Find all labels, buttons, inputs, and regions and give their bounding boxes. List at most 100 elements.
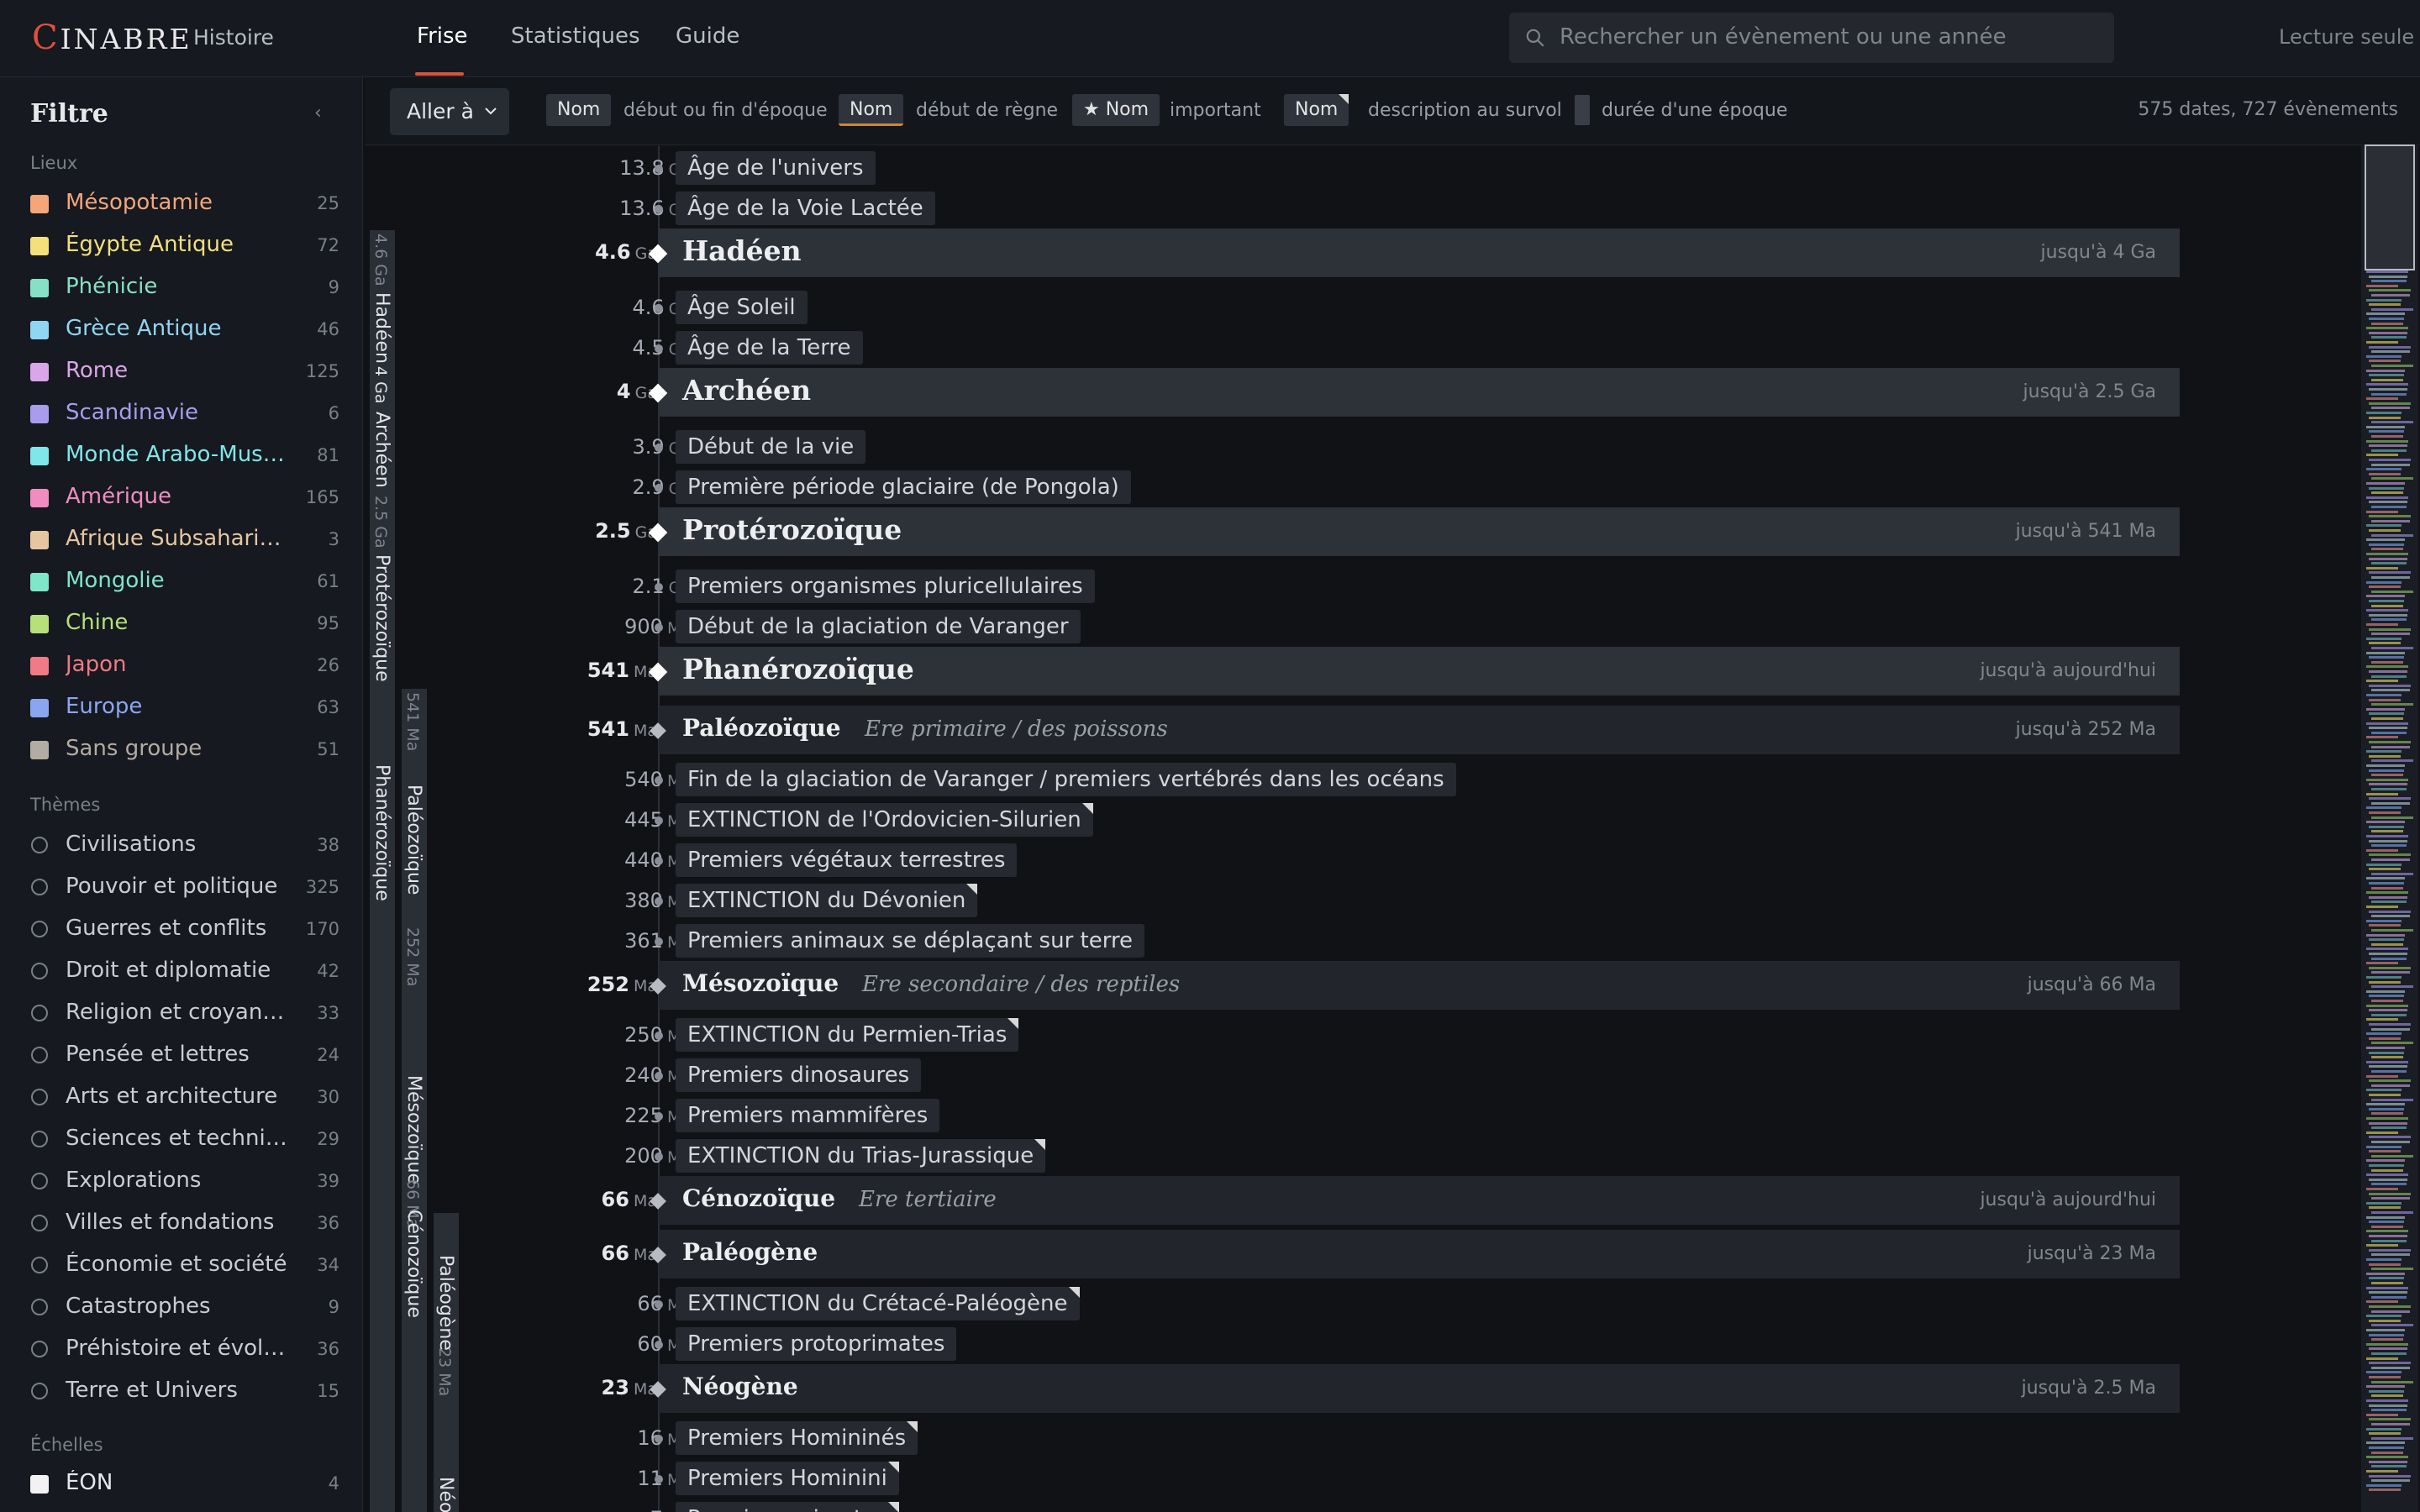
event-row[interactable]: 60MaPremiers protoprimates [365,1324,2213,1364]
epoch-row[interactable]: 541 Ma Phanérozoïque jusqu'à aujourd'hui [365,647,2180,696]
minimap-stripe [2366,496,2408,499]
places-section-title: Lieux [30,153,78,173]
filter-count: 81 [317,445,339,465]
epoch-row[interactable]: 4.6 Ga Hadéen jusqu'à 4 Ga [365,228,2180,277]
event-row[interactable]: 13.8GaÂge de l'univers [365,148,2213,188]
place-filter-item[interactable]: Europe 63 [30,689,339,722]
filter-count: 25 [317,193,339,213]
event-row[interactable]: 380MaEXTINCTION du Dévonien [365,880,2213,921]
epoch-row[interactable]: 541 Ma Paléozoïque Ere primaire / des poiss… [365,706,2180,754]
event-row[interactable]: 445MaEXTINCTION de l'Ordovicien-Silurien [365,800,2213,840]
epoch-row[interactable]: 23 Ma Néogène jusqu'à 2.5 Ma [365,1364,2180,1413]
event-row[interactable]: 3.9GaDébut de la vie [365,427,2213,467]
event-label: Début de la glaciation de Varanger [676,610,1081,643]
minimap-stripe [2369,360,2401,363]
place-filter-item[interactable]: Rome 125 [30,353,339,386]
place-filter-item[interactable]: Monde Arabo-Musul… 81 [30,437,339,470]
scale-filter-item[interactable]: ÉON 4 [30,1465,339,1499]
event-row[interactable]: 540MaFin de la glaciation de Varanger / … [365,759,2213,800]
theme-filter-item[interactable]: Droit et diplomatie 42 [30,953,339,986]
minimap-viewport[interactable] [2365,144,2415,270]
minimap-stripe [2366,468,2402,471]
event-row[interactable]: 13.6GaÂge de la Voie Lactée [365,188,2213,228]
event-label: Âge de la Terre [676,331,863,365]
epoch-end: jusqu'à 2.5 Ma [2021,1378,2156,1399]
theme-filter-item[interactable]: Sciences et techniques 29 [30,1121,339,1154]
tab-frise[interactable]: Frise [417,24,468,49]
theme-filter-item[interactable]: Religion et croyances 33 [30,995,339,1028]
event-row[interactable]: 11MaPremiers Hominini [365,1458,2213,1499]
color-swatch [30,1475,49,1494]
theme-filter-item[interactable]: Pensée et lettres 24 [30,1037,339,1070]
theme-filter-item[interactable]: Explorations 39 [30,1163,339,1196]
filter-count: 36 [317,1339,339,1359]
minimap-stripe [2371,1225,2403,1228]
place-filter-item[interactable]: Scandinavie 6 [30,395,339,428]
minimap-stripe [2369,1362,2411,1365]
app-logo[interactable]: CINABRE [32,18,192,57]
event-row[interactable]: 440MaPremiers végétaux terrestres [365,840,2213,880]
event-row[interactable]: 200MaEXTINCTION du Trias-Jurassique [365,1136,2213,1176]
search-input[interactable]: Rechercher un évènement ou une année [1509,13,2114,63]
theme-filter-item[interactable]: Terre et Univers 15 [30,1373,339,1406]
theme-filter-item[interactable]: Pouvoir et politique 325 [30,869,339,902]
event-row[interactable]: 2.9GaPremière période glaciaire (de Pong… [365,467,2213,507]
color-swatch [30,405,49,423]
event-row[interactable]: 66MaEXTINCTION du Crétacé-Paléogène [365,1284,2213,1324]
minimap-stripe [2366,848,2398,852]
theme-filter-item[interactable]: Villes et fondations 36 [30,1205,339,1238]
minimap-stripe [2371,929,2413,932]
event-row[interactable]: 361MaPremiers animaux se déplaçant sur t… [365,921,2213,961]
place-filter-item[interactable]: Sans groupe 51 [30,731,339,764]
tab-guide[interactable]: Guide [676,24,739,49]
event-row[interactable]: 4.6GaÂge Soleil [365,287,2213,328]
minimap-stripe [2371,1423,2410,1425]
minimap-stripe [2371,942,2403,946]
place-filter-item[interactable]: Chine 95 [30,605,339,638]
theme-filter-item[interactable]: Préhistoire et évolut… 36 [30,1331,339,1364]
place-filter-item[interactable]: Japon 26 [30,647,339,680]
theme-filter-item[interactable]: Économie et société 34 [30,1247,339,1280]
color-swatch [30,195,49,213]
minimap-stripe [2371,421,2413,424]
epoch-row[interactable]: 66 Ma Paléogène jusqu'à 23 Ma [365,1230,2180,1278]
event-row[interactable]: 2.1GaPremiers organismes pluricellulaire… [365,566,2213,606]
goto-dropdown[interactable]: Aller à [390,88,509,135]
event-row[interactable]: 16MaPremiers Homininés [365,1418,2213,1458]
filter-count: 39 [317,1171,339,1191]
minimap-stripe [2369,1023,2411,1026]
epoch-row[interactable]: 4 Ga Archéen jusqu'à 2.5 Ga [365,368,2180,417]
place-filter-item[interactable]: Mésopotamie 25 [30,185,339,218]
minimap-stripe [2366,1004,2408,1007]
filter-label: Europe [66,694,143,719]
epoch-row[interactable]: 252 Ma Mésozoïque Ere secondaire / des rept… [365,961,2180,1010]
minimap-stripe [2369,1235,2407,1237]
place-filter-item[interactable]: Phénicie 9 [30,269,339,302]
nav-histoire[interactable]: Histoire [193,25,274,50]
event-dot-icon [655,165,663,173]
event-row[interactable]: 900MaDébut de la glaciation de Varanger [365,606,2213,647]
event-row[interactable]: 4.5GaÂge de la Terre [365,328,2213,368]
minimap-stripe [2371,745,2410,748]
timeline-minimap[interactable] [2361,144,2418,1512]
tab-statistiques[interactable]: Statistiques [511,24,640,49]
minimap-stripe [2371,1056,2403,1059]
theme-filter-item[interactable]: Catastrophes 9 [30,1289,339,1322]
place-filter-item[interactable]: Afrique Subsaharienne 3 [30,521,339,554]
place-filter-item[interactable]: Égypte Antique 72 [30,227,339,260]
minimap-stripe [2369,1178,2407,1181]
place-filter-item[interactable]: Mongolie 61 [30,563,339,596]
theme-filter-item[interactable]: Civilisations 38 [30,827,339,860]
event-row[interactable]: 250MaEXTINCTION du Permien-Trias [365,1015,2213,1055]
epoch-row[interactable]: 2.5 Ga Protérozoïque jusqu'à 541 Ma [365,507,2180,556]
event-row[interactable]: 225MaPremiers mammifères [365,1095,2213,1136]
event-row[interactable]: 7MaPremiers primates [365,1499,2213,1512]
event-row[interactable]: 240MaPremiers dinosaures [365,1055,2213,1095]
place-filter-item[interactable]: Grèce Antique 46 [30,311,339,344]
filter-label: Pouvoir et politique [66,874,278,899]
theme-filter-item[interactable]: Guerres et conflits 170 [30,911,339,944]
place-filter-item[interactable]: Amérique 165 [30,479,339,512]
theme-filter-item[interactable]: Arts et architecture 30 [30,1079,339,1112]
collapse-sidebar-icon[interactable]: ‹ [314,102,322,123]
epoch-row[interactable]: 66 Ma Cénozoïque Ere tertiaire jusqu'à aujou… [365,1176,2180,1225]
